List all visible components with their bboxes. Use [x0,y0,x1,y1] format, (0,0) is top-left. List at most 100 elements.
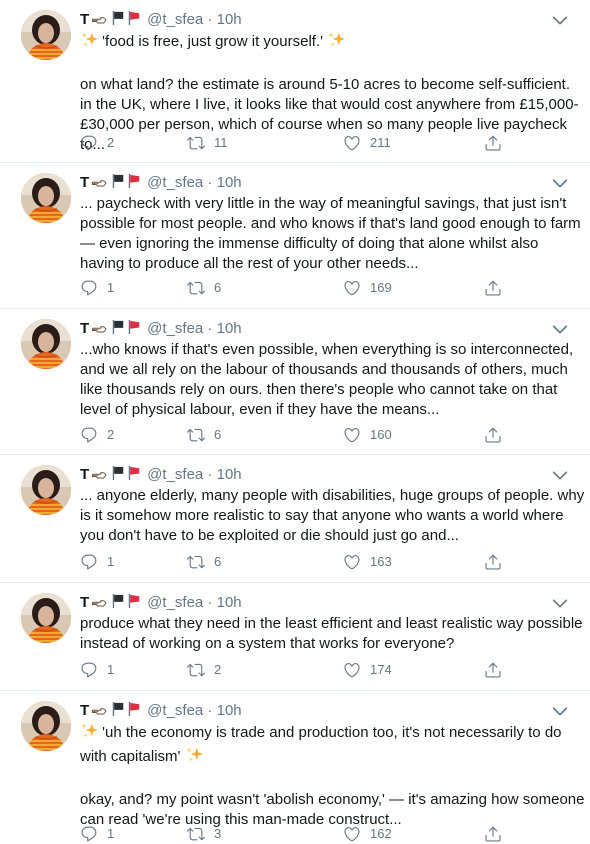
handle[interactable]: @t_sfea [147,320,203,337]
retweet-icon [187,134,205,152]
reply-button[interactable]: 2 [80,133,114,153]
tweet-paragraph: ...who knows if that's even possible, wh… [80,341,574,418]
reply-count: 1 [107,826,115,841]
tweet-text: ...who knows if that's even possible, wh… [80,340,585,420]
reply-count: 1 [107,554,115,569]
chevron-down-icon[interactable] [550,465,570,485]
chevron-down-icon[interactable] [550,319,570,339]
avatar[interactable] [21,593,71,643]
display-name[interactable]: T [80,174,89,191]
chevron-down-icon[interactable] [550,173,570,193]
display-name[interactable]: T [80,594,89,611]
share-button[interactable] [484,425,502,445]
retweet-count: 6 [214,280,222,295]
handle[interactable]: @t_sfea [147,594,203,611]
reply-icon [80,426,98,444]
display-name[interactable]: T [80,466,89,483]
tweet-actions: 1 6 169 [80,278,520,298]
reply-button[interactable]: 1 [80,660,114,680]
tweet[interactable]: T @t_sfea · 10h 'uh the economy is trade … [0,691,590,843]
like-button[interactable]: 169 [343,278,392,298]
black-flag-emoji [111,465,125,487]
like-button[interactable]: 163 [343,552,392,572]
avatar[interactable] [21,173,71,223]
retweet-icon [187,553,205,571]
chevron-down-icon[interactable] [550,593,570,613]
red-flag-emoji [127,173,141,195]
timestamp[interactable]: 10h [217,594,242,611]
retweet-count: 11 [214,135,228,150]
reply-button[interactable]: 1 [80,552,114,572]
reply-icon [80,279,98,297]
timestamp[interactable]: 10h [217,702,242,719]
tweet-paragraph: 'uh the economy is trade and production … [80,724,562,765]
sparkles-emoji [185,746,203,770]
reply-button[interactable]: 1 [80,824,114,844]
red-flag-emoji [127,701,141,723]
tweet[interactable]: T @t_sfea · 10h ...who knows if that's ev… [0,309,590,455]
shooting-hand-emoji [91,12,109,32]
share-button[interactable] [484,552,502,572]
tweet-text: ... paycheck with very little in the way… [80,194,585,274]
separator-dot: · [207,702,213,719]
tweet[interactable]: T @t_sfea · 10h produce what they need in… [0,583,590,691]
handle[interactable]: @t_sfea [147,466,203,483]
heart-icon [343,661,361,679]
tweet[interactable]: T @t_sfea · 10h ... anyone elderly, many … [0,455,590,583]
like-button[interactable]: 211 [343,133,391,153]
avatar[interactable] [21,701,71,751]
tweet-actions: 1 2 174 [80,660,520,680]
retweet-button[interactable]: 11 [187,133,228,153]
chevron-down-icon[interactable] [550,10,570,30]
separator-dot: · [207,11,213,28]
retweet-button[interactable]: 2 [187,660,221,680]
handle[interactable]: @t_sfea [147,174,203,191]
tweet-header: T @t_sfea · 10h [80,701,570,721]
retweet-button[interactable]: 6 [187,552,221,572]
like-button[interactable]: 160 [343,425,392,445]
separator-dot: · [207,466,213,483]
avatar[interactable] [21,465,71,515]
display-name[interactable]: T [80,320,89,337]
retweet-button[interactable]: 6 [187,425,221,445]
retweet-count: 2 [214,662,222,677]
timestamp[interactable]: 10h [217,11,242,28]
like-button[interactable]: 162 [343,824,392,844]
tweet-actions: 1 6 163 [80,552,520,572]
tweet-actions: 2 11 211 [80,133,520,153]
like-count: 169 [370,280,392,295]
black-flag-emoji [111,319,125,341]
timestamp[interactable]: 10h [217,174,242,191]
retweet-icon [187,825,205,843]
timestamp[interactable]: 10h [217,466,242,483]
black-flag-emoji [111,173,125,195]
chevron-down-icon[interactable] [550,701,570,721]
avatar[interactable] [21,10,71,60]
like-button[interactable]: 174 [343,660,392,680]
share-button[interactable] [484,824,502,844]
tweet-header: T @t_sfea · 10h [80,10,570,30]
share-button[interactable] [484,660,502,680]
reply-button[interactable]: 2 [80,425,114,445]
red-flag-emoji [127,10,141,32]
tweet-paragraph: produce what they need in the least effi… [80,615,583,652]
heart-icon [343,279,361,297]
tweet-text: produce what they need in the least effi… [80,614,585,654]
handle[interactable]: @t_sfea [147,11,203,28]
retweet-button[interactable]: 3 [187,824,221,844]
retweet-button[interactable]: 6 [187,278,221,298]
reply-button[interactable]: 1 [80,278,114,298]
tweet[interactable]: T @t_sfea · 10h ... paycheck with very li… [0,163,590,309]
display-name[interactable]: T [80,11,89,28]
timestamp[interactable]: 10h [217,320,242,337]
display-name[interactable]: T [80,702,89,719]
share-icon [484,426,502,444]
tweet-text: ... anyone elderly, many people with dis… [80,486,585,546]
share-button[interactable] [484,278,502,298]
handle[interactable]: @t_sfea [147,702,203,719]
like-count: 163 [370,554,392,569]
separator-dot: · [207,174,213,191]
share-button[interactable] [484,133,502,153]
avatar[interactable] [21,319,71,369]
tweet[interactable]: T @t_sfea · 10h 'food is free, just grow … [0,0,590,163]
